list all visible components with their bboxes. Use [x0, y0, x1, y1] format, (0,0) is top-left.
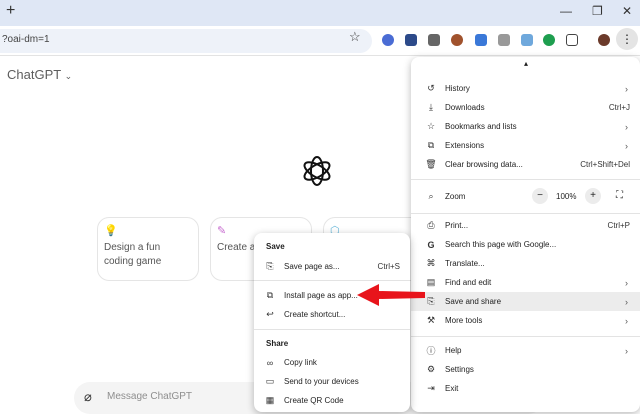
menu-item-find-edit[interactable]: ▤ Find and edit › [411, 273, 640, 292]
zoom-icon: ⌕ [425, 191, 437, 202]
save-share-submenu: Save ⎘ Save page as... Ctrl+S ⧉ Install … [254, 233, 410, 412]
tab-strip: + — ❐ ✕ [0, 0, 640, 26]
menu-item-settings[interactable]: ⚙ Settings [411, 360, 640, 379]
zoom-level: 100% [556, 192, 576, 201]
url-text: ?oai-dm=1 [2, 34, 50, 45]
chevron-right-icon: › [625, 346, 628, 356]
menu-divider [254, 280, 410, 281]
toolbox-icon: ⚒ [425, 315, 437, 326]
chrome-main-menu: ▴ ↺ History › ⤓ Downloads Ctrl+J ☆ Bookm… [411, 57, 640, 412]
menu-item-help[interactable]: ⓘ Help › [411, 341, 640, 360]
menu-item-more-tools[interactable]: ⚒ More tools › [411, 311, 640, 330]
bookmark-star-icon[interactable]: ☆ [349, 29, 361, 45]
close-window-button[interactable]: ✕ [622, 4, 632, 18]
chevron-right-icon: › [625, 122, 628, 132]
menu-item-history[interactable]: ↺ History › [411, 79, 640, 98]
extension-icon[interactable] [498, 34, 510, 46]
zoom-out-button[interactable]: − [532, 188, 548, 204]
menu-item-clear-browsing-data[interactable]: 🗑 Clear browsing data... Ctrl+Shift+Del [411, 155, 640, 174]
card-text: Design a fun coding game [104, 241, 192, 269]
menu-divider [254, 329, 410, 330]
composer-placeholder: Message ChatGPT [107, 391, 192, 402]
menu-item-bookmarks[interactable]: ☆ Bookmarks and lists › [411, 117, 640, 136]
save-section-header: Save [266, 242, 285, 251]
chevron-right-icon: › [625, 141, 628, 151]
chatgpt-logo-icon [300, 154, 334, 188]
menu-divider [411, 336, 640, 337]
extension-icon[interactable] [475, 34, 487, 46]
attach-icon[interactable]: ⌀ [84, 389, 92, 405]
menu-item-search-page[interactable]: G Search this page with Google... [411, 235, 640, 254]
star-icon: ☆ [425, 121, 437, 132]
download-icon: ⤓ [425, 102, 437, 113]
annotation-arrow-icon [355, 282, 427, 308]
extension-icon[interactable] [405, 34, 417, 46]
menu-item-translate[interactable]: ⌘ Translate... [411, 254, 640, 273]
chevron-right-icon: › [625, 316, 628, 326]
history-icon: ↺ [425, 83, 437, 94]
extensions-puzzle-icon[interactable] [566, 34, 578, 46]
extension-icon[interactable] [543, 34, 555, 46]
menu-item-exit[interactable]: ⇥ Exit [411, 379, 640, 398]
menu-item-zoom: ⌕ Zoom − 100% + ⛶ [411, 185, 640, 207]
menu-item-print[interactable]: ⎙ Print... Ctrl+P [411, 216, 640, 235]
new-tab-button[interactable]: + [6, 2, 15, 20]
menu-item-save-page[interactable]: ⎘ Save page as... Ctrl+S [254, 257, 410, 276]
fullscreen-icon[interactable]: ⛶ [616, 190, 623, 201]
chevron-right-icon: › [625, 84, 628, 94]
minimize-button[interactable]: — [560, 4, 572, 18]
zoom-in-button[interactable]: + [585, 188, 601, 204]
chrome-menu-button[interactable]: ⋮ [616, 28, 638, 50]
suggestion-card[interactable]: 💡 Design a fun coding game [97, 217, 199, 281]
menu-item-qr-code[interactable]: ▦ Create QR Code [254, 391, 410, 410]
devices-icon: ▭ [264, 376, 276, 387]
install-app-icon: ⧉ [264, 290, 276, 301]
printer-icon: ⎙ [425, 220, 437, 231]
puzzle-icon: ⧉ [425, 140, 437, 151]
share-section-header: Share [266, 339, 288, 348]
shortcut-icon: ↩ [264, 309, 276, 320]
menu-item-extensions[interactable]: ⧉ Extensions › [411, 136, 640, 155]
extension-icon[interactable] [428, 34, 440, 46]
menu-item-downloads[interactable]: ⤓ Downloads Ctrl+J [411, 98, 640, 117]
extension-icon[interactable] [521, 34, 533, 46]
link-icon: ∞ [264, 358, 276, 368]
extension-icon[interactable] [451, 34, 463, 46]
qr-code-icon: ▦ [264, 395, 276, 406]
page-title[interactable]: ChatGPT ⌄ [7, 67, 72, 82]
menu-item-save-share[interactable]: ⎘ Save and share › [411, 292, 640, 311]
chevron-right-icon: › [625, 278, 628, 288]
menu-item-send-to-devices[interactable]: ▭ Send to your devices [254, 372, 410, 391]
lightbulb-icon: 💡 [104, 224, 192, 237]
gear-icon: ⚙ [425, 364, 437, 375]
menu-item-copy-link[interactable]: ∞ Copy link [254, 353, 410, 372]
exit-icon: ⇥ [425, 383, 437, 394]
extension-icon[interactable] [382, 34, 394, 46]
translate-icon: ⌘ [425, 258, 437, 269]
address-bar[interactable]: ?oai-dm=1 [0, 29, 372, 53]
chevron-right-icon: › [625, 297, 628, 307]
trash-icon: 🗑 [425, 159, 437, 170]
maximize-button[interactable]: ❐ [592, 4, 603, 18]
profile-avatar[interactable] [598, 34, 610, 46]
save-page-icon: ⎘ [264, 261, 276, 272]
help-icon: ⓘ [425, 344, 437, 357]
menu-divider [411, 179, 640, 180]
menu-caret-icon: ▴ [524, 59, 528, 68]
browser-toolbar: ?oai-dm=1 ☆ ⋮ [0, 26, 640, 56]
menu-divider [411, 213, 640, 214]
google-g-icon: G [425, 240, 437, 250]
